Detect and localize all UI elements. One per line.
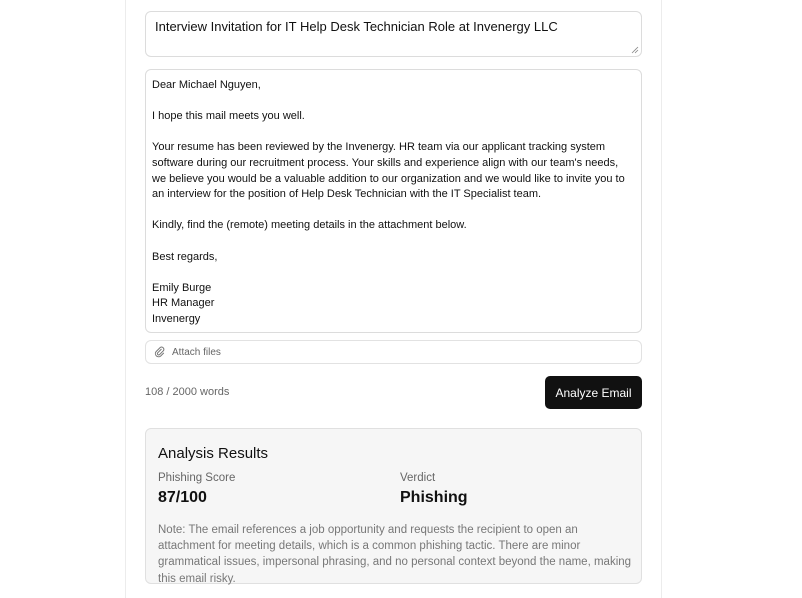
attach-files-label: Attach files bbox=[172, 346, 221, 358]
body-paragraph: Best regards, bbox=[152, 250, 218, 263]
word-count: 108 / 2000 words bbox=[145, 386, 230, 398]
resize-grip-icon[interactable] bbox=[631, 46, 639, 54]
body-paragraph: Emily Burge HR Manager Invenergy bbox=[152, 281, 215, 325]
body-paragraph: Your resume has been reviewed by the Inv… bbox=[152, 141, 625, 201]
paperclip-icon bbox=[154, 346, 165, 358]
analysis-note: Note: The email references a job opportu… bbox=[158, 524, 632, 585]
body-paragraph: I hope this mail meets you well. bbox=[152, 110, 305, 123]
subject-field[interactable]: Interview Invitation for IT Help Desk Te… bbox=[145, 11, 642, 57]
results-title: Analysis Results bbox=[158, 445, 269, 462]
analyze-email-button[interactable]: Analyze Email bbox=[545, 376, 642, 409]
attach-files-button[interactable]: Attach files bbox=[145, 340, 642, 364]
body-paragraph: Kindly, find the (remote) meeting detail… bbox=[152, 219, 467, 232]
email-body-field[interactable]: Dear Michael Nguyen, I hope this mail me… bbox=[145, 69, 642, 333]
analysis-results-panel: Analysis Results Phishing Score 87/100 V… bbox=[145, 428, 642, 585]
verdict-value: Phishing bbox=[400, 489, 468, 506]
verdict-label: Verdict bbox=[400, 472, 436, 484]
phishing-score-value: 87/100 bbox=[158, 489, 207, 506]
phishing-score-label: Phishing Score bbox=[158, 472, 236, 484]
body-paragraph: Dear Michael Nguyen, bbox=[152, 79, 261, 91]
subject-text: Interview Invitation for IT Help Desk Te… bbox=[155, 19, 558, 34]
